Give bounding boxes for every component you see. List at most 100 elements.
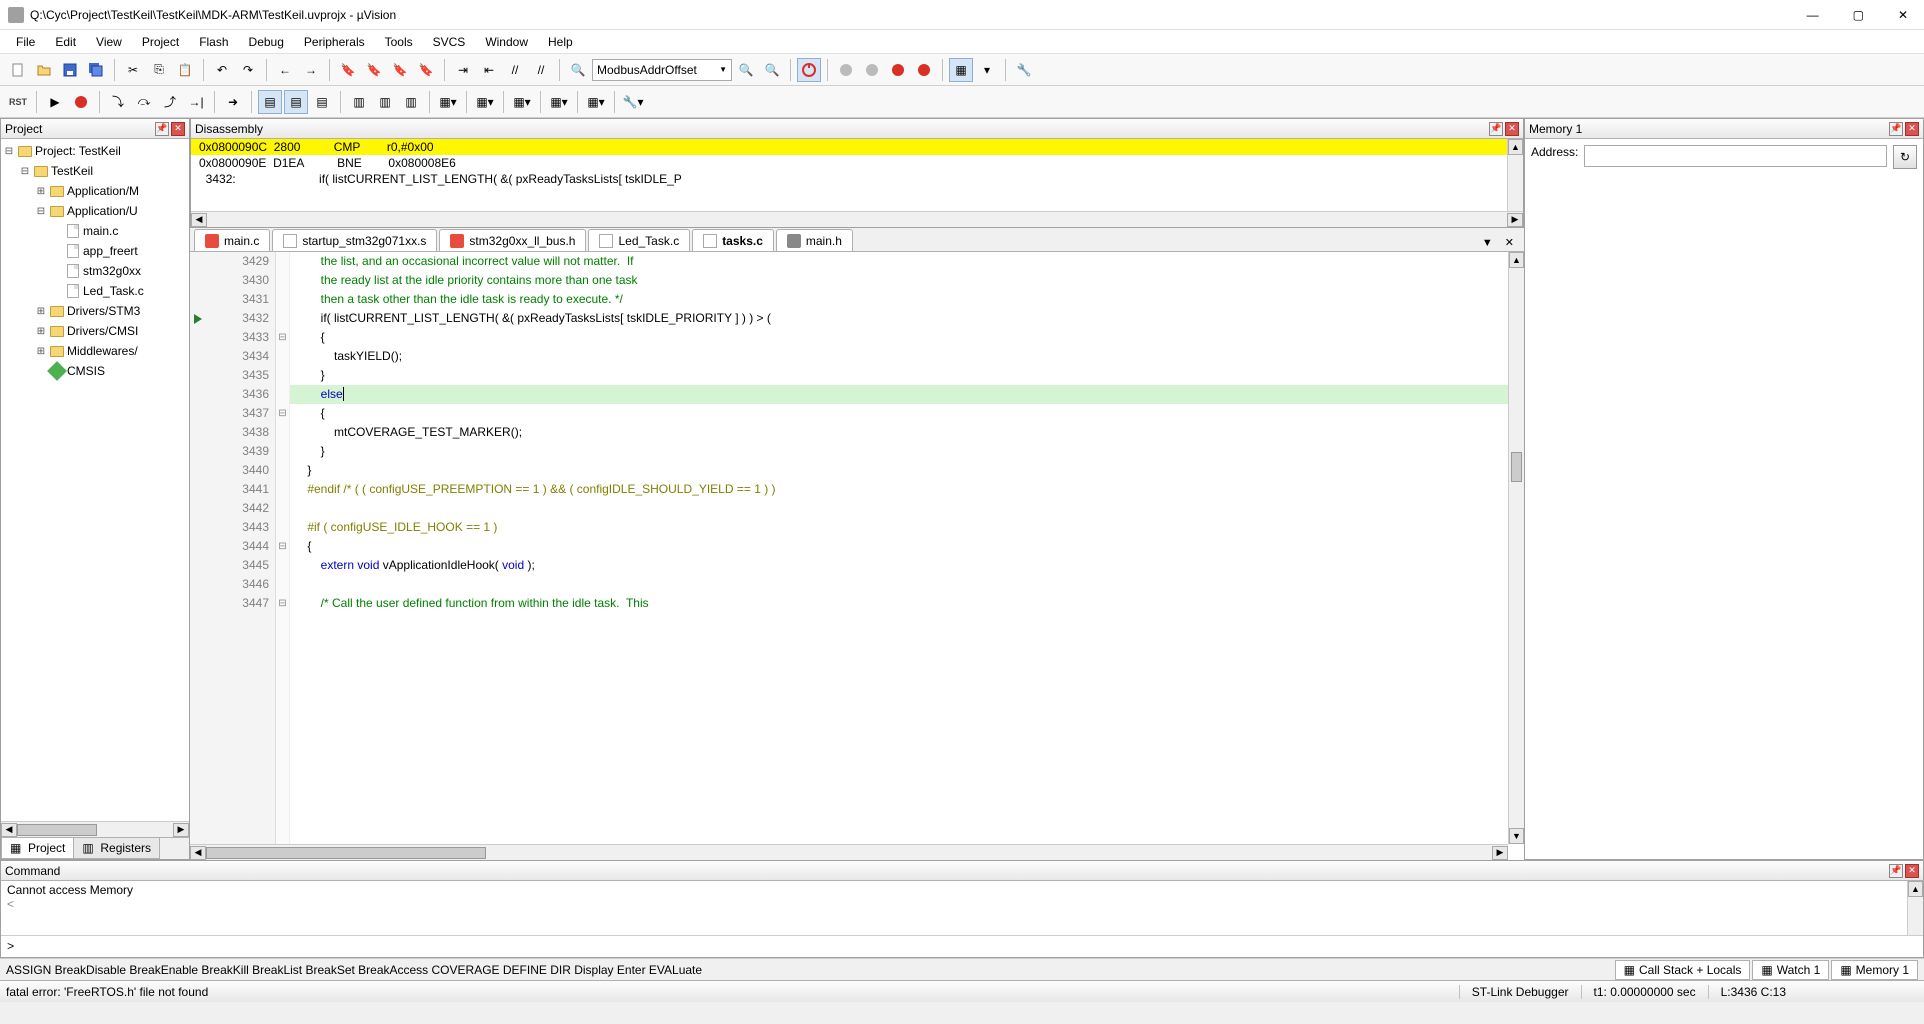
code-line[interactable] bbox=[290, 575, 1524, 594]
new-file-button[interactable] bbox=[6, 58, 30, 82]
code-line[interactable]: the list, and an occasional incorrect va… bbox=[290, 252, 1524, 271]
trace-window-button[interactable]: ▦▾ bbox=[547, 90, 571, 114]
disasm-hscroll[interactable]: ◀ ▶ bbox=[191, 211, 1523, 227]
disasm-line[interactable]: 0x0800090C 2800 CMP r0,#0x00 bbox=[191, 139, 1523, 155]
tree-item[interactable]: Led_Task.c bbox=[3, 281, 187, 301]
outdent-button[interactable]: ⇤ bbox=[477, 58, 501, 82]
code-line[interactable]: mtCOVERAGE_TEST_MARKER(); bbox=[290, 423, 1524, 442]
menu-help[interactable]: Help bbox=[538, 31, 583, 53]
close-button[interactable]: ✕ bbox=[1890, 4, 1916, 26]
code-line[interactable]: #endif /* ( ( configUSE_PREEMPTION == 1 … bbox=[290, 480, 1524, 499]
code-editor[interactable]: 3429343034313432343334343435343634373438… bbox=[190, 252, 1524, 860]
menu-debug[interactable]: Debug bbox=[239, 31, 294, 53]
save-button[interactable] bbox=[58, 58, 82, 82]
code-line[interactable]: extern void vApplicationIdleHook( void )… bbox=[290, 556, 1524, 575]
editor-hscroll[interactable]: ◀ ▶ bbox=[190, 844, 1508, 860]
editor-tab[interactable]: tasks.c bbox=[692, 229, 774, 251]
indent-button[interactable]: ⇥ bbox=[451, 58, 475, 82]
window-layout-drop[interactable]: ▾ bbox=[975, 58, 999, 82]
step-over-button[interactable]: ⤼ bbox=[132, 90, 156, 114]
scroll-down-button[interactable]: ▼ bbox=[1509, 828, 1524, 844]
call-stack-window-button[interactable]: ▥ bbox=[373, 90, 397, 114]
code-line[interactable]: } bbox=[290, 366, 1524, 385]
show-next-statement-button[interactable]: ➜ bbox=[221, 90, 245, 114]
analysis-window-button[interactable]: ▦▾ bbox=[510, 90, 534, 114]
watch-window-button[interactable]: ▥ bbox=[399, 90, 423, 114]
copy-button[interactable]: ⎘ bbox=[147, 58, 171, 82]
editor-tab[interactable]: Led_Task.c bbox=[588, 229, 690, 251]
scroll-right-button[interactable]: ▶ bbox=[1507, 213, 1523, 227]
scroll-right-button[interactable]: ▶ bbox=[1492, 846, 1508, 860]
editor-tab[interactable]: startup_stm32g071xx.s bbox=[272, 229, 437, 251]
command-pin-button[interactable]: 📌 bbox=[1889, 864, 1903, 878]
tree-item[interactable]: app_freert bbox=[3, 241, 187, 261]
editor-tab[interactable]: stm32g0xx_ll_bus.h bbox=[439, 229, 586, 251]
command-window-button[interactable]: ▤ bbox=[258, 90, 282, 114]
code-line[interactable]: } bbox=[290, 442, 1524, 461]
symbols-window-button[interactable]: ▤ bbox=[310, 90, 334, 114]
toolbox-button[interactable]: 🔧▾ bbox=[621, 90, 645, 114]
tab-project[interactable]: ▦Project bbox=[1, 838, 74, 859]
code-line[interactable]: } bbox=[290, 461, 1524, 480]
bookmark-button[interactable]: 🔖 bbox=[336, 58, 360, 82]
code-line[interactable]: taskYIELD(); bbox=[290, 347, 1524, 366]
editor-tab[interactable]: main.h bbox=[776, 229, 853, 251]
tab-list-button[interactable]: ▼ bbox=[1478, 235, 1497, 251]
find-in-files-button[interactable]: 🔍 bbox=[734, 58, 758, 82]
code-line[interactable]: { bbox=[290, 537, 1524, 556]
scroll-up-button[interactable]: ▲ bbox=[1509, 252, 1524, 268]
run-button[interactable]: ▶ bbox=[43, 90, 67, 114]
window-layout-button[interactable]: ▦ bbox=[949, 58, 973, 82]
breakpoint-disable-button[interactable] bbox=[886, 58, 910, 82]
code-line[interactable]: then a task other than the idle task is … bbox=[290, 290, 1524, 309]
command-vscroll[interactable]: ▲ bbox=[1907, 881, 1923, 935]
open-button[interactable] bbox=[32, 58, 56, 82]
tree-item[interactable]: main.c bbox=[3, 221, 187, 241]
nav-back-button[interactable]: ← bbox=[273, 58, 297, 82]
menu-flash[interactable]: Flash bbox=[189, 31, 238, 53]
tree-item[interactable]: ⊟TestKeil bbox=[3, 161, 187, 181]
bookmark-clear-button[interactable]: 🔖 bbox=[414, 58, 438, 82]
scroll-left-button[interactable]: ◀ bbox=[1, 823, 17, 837]
memory-pin-button[interactable]: 📌 bbox=[1889, 122, 1903, 136]
footer-tab[interactable]: ▦Memory 1 bbox=[1831, 960, 1918, 980]
memory-window-button[interactable]: ▦▾ bbox=[436, 90, 460, 114]
reset-button[interactable]: RST bbox=[6, 90, 30, 114]
breakpoint-enable-button[interactable] bbox=[860, 58, 884, 82]
tree-item[interactable]: ⊟Project: TestKeil bbox=[3, 141, 187, 161]
step-out-button[interactable]: ⤴ bbox=[158, 90, 182, 114]
menu-view[interactable]: View bbox=[86, 31, 132, 53]
menu-peripherals[interactable]: Peripherals bbox=[294, 31, 375, 53]
tree-item[interactable]: ⊞Application/M bbox=[3, 181, 187, 201]
cut-button[interactable]: ✂ bbox=[121, 58, 145, 82]
editor-tab[interactable]: main.c bbox=[194, 229, 270, 251]
disasm-close-button[interactable]: ✕ bbox=[1505, 122, 1519, 136]
menu-svcs[interactable]: SVCS bbox=[423, 31, 476, 53]
code-line[interactable] bbox=[290, 499, 1524, 518]
debug-session-button[interactable] bbox=[797, 58, 821, 82]
uncomment-button[interactable]: // bbox=[529, 58, 553, 82]
tree-item[interactable]: CMSIS bbox=[3, 361, 187, 381]
scroll-thumb[interactable] bbox=[1511, 452, 1522, 482]
code-line[interactable]: /* Call the user defined function from w… bbox=[290, 594, 1524, 613]
run-to-cursor-button[interactable]: →| bbox=[184, 90, 208, 114]
scroll-left-button[interactable]: ◀ bbox=[190, 846, 206, 860]
panel-pin-button[interactable]: 📌 bbox=[155, 122, 169, 136]
scroll-right-button[interactable]: ▶ bbox=[173, 823, 189, 837]
disasm-pin-button[interactable]: 📌 bbox=[1489, 122, 1503, 136]
code-line[interactable]: the ready list at the idle priority cont… bbox=[290, 271, 1524, 290]
nav-forward-button[interactable]: → bbox=[299, 58, 323, 82]
system-viewer-button[interactable]: ▦▾ bbox=[584, 90, 608, 114]
registers-window-button[interactable]: ▥ bbox=[347, 90, 371, 114]
redo-button[interactable]: ↷ bbox=[236, 58, 260, 82]
paste-button[interactable]: 📋 bbox=[173, 58, 197, 82]
incremental-find-button[interactable]: 🔍 bbox=[760, 58, 784, 82]
tree-item[interactable]: ⊞Middlewares/ bbox=[3, 341, 187, 361]
menu-edit[interactable]: Edit bbox=[45, 31, 86, 53]
bookmark-prev-button[interactable]: 🔖 bbox=[362, 58, 386, 82]
find-combo[interactable]: ModbusAddrOffset ▼ bbox=[592, 59, 732, 81]
project-tree[interactable]: ⊟Project: TestKeil⊟TestKeil⊞Application/… bbox=[1, 139, 189, 821]
command-input[interactable] bbox=[14, 937, 1917, 957]
save-all-button[interactable] bbox=[84, 58, 108, 82]
undo-button[interactable]: ↶ bbox=[210, 58, 234, 82]
